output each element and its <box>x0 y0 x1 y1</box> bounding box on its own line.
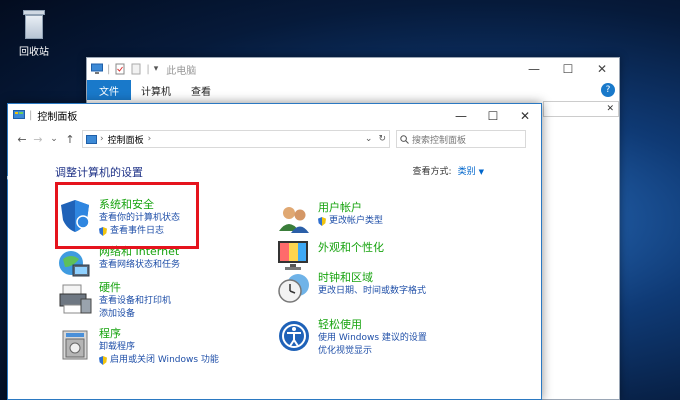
close-icon[interactable]: ✕ <box>606 102 614 116</box>
category-user-accounts: 用户帐户 更改帐户类型 <box>276 201 383 237</box>
tab-file[interactable]: 文件 <box>87 80 131 100</box>
category-title[interactable]: 程序 <box>99 327 219 341</box>
close-button[interactable]: ✕ <box>585 62 619 76</box>
properties-icon[interactable] <box>114 63 126 75</box>
category-programs: 程序 卸载程序 启用或关闭 Windows 功能 <box>57 327 219 367</box>
link-uninstall-program[interactable]: 卸载程序 <box>99 341 219 354</box>
uac-shield-icon <box>99 356 107 365</box>
chevron-down-icon[interactable]: ⌄ <box>365 134 373 144</box>
separator: | <box>146 63 150 75</box>
separator: | <box>107 63 111 75</box>
help-icon[interactable]: ? <box>601 83 615 97</box>
customize-toolbar-icon[interactable]: ▾ <box>154 64 159 74</box>
ribbon-tabs: 文件 计算机 查看 ? <box>87 80 619 100</box>
breadcrumb-separator: › <box>100 134 104 144</box>
recycle-bin-icon <box>21 10 47 40</box>
recycle-bin[interactable]: 回收站 <box>12 10 56 58</box>
highlight-annotation <box>55 182 199 249</box>
mouse-cursor-icon: ⌐ <box>6 170 17 184</box>
view-by-dropdown[interactable]: 类别 <box>458 167 476 177</box>
category-title[interactable]: 轻松使用 <box>318 318 427 332</box>
recent-locations-button[interactable]: ⌄ <box>46 134 62 144</box>
separator: | <box>29 110 33 121</box>
close-button[interactable]: ✕ <box>509 109 541 123</box>
category-appearance: 外观和个性化 <box>276 237 384 273</box>
minimize-button[interactable]: — <box>445 109 477 123</box>
programs-icon <box>62 330 88 360</box>
search-placeholder: 搜索控制面板 <box>412 135 467 146</box>
link-view-devices-printers[interactable]: 查看设备和打印机 <box>99 295 171 308</box>
quick-access-toolbar: | | ▾ <box>91 63 158 75</box>
view-by: 查看方式: 类别 ▼ <box>413 164 484 177</box>
maximize-button[interactable]: ☐ <box>477 109 509 123</box>
accessibility-icon <box>279 321 309 351</box>
printer-icon <box>59 284 92 314</box>
category-ease-of-access: 轻松使用 使用 Windows 建议的设置 优化视觉显示 <box>276 318 427 358</box>
link-change-account-type[interactable]: 更改帐户类型 <box>318 215 383 228</box>
page-title: 调整计算机的设置 <box>55 166 143 179</box>
network-icon <box>59 251 90 277</box>
control-panel-titlebar: | 控制面板 — ☐ ✕ <box>8 104 541 127</box>
link-optimize-visual-display[interactable]: 优化视觉显示 <box>318 345 427 358</box>
search-icon <box>400 134 409 144</box>
explorer-search-box[interactable]: ✕ <box>543 101 619 117</box>
explorer-title: 此电脑 <box>166 65 197 77</box>
minimize-button[interactable]: — <box>517 62 551 76</box>
chevron-down-icon[interactable]: ▼ <box>479 168 484 176</box>
link-windows-features[interactable]: 启用或关闭 Windows 功能 <box>99 354 219 367</box>
navigation-bar: ← → ⌄ ↑ › 控制面板 › ⌄ ↻ 搜索控制面板 <box>8 127 541 151</box>
users-icon <box>279 207 309 233</box>
control-panel-window: | 控制面板 — ☐ ✕ ← → ⌄ ↑ › 控制面板 › ⌄ ↻ 搜索控制面板… <box>7 103 542 400</box>
category-clock-region: 时钟和区域 更改日期、时间或数字格式 <box>276 271 426 307</box>
link-change-date-time-format[interactable]: 更改日期、时间或数字格式 <box>318 285 426 298</box>
link-add-device[interactable]: 添加设备 <box>99 308 171 321</box>
category-title[interactable]: 用户帐户 <box>318 201 383 215</box>
search-input[interactable]: 搜索控制面板 <box>396 130 526 148</box>
clock-icon <box>278 274 309 303</box>
computer-icon <box>91 63 103 74</box>
link-windows-suggested-settings[interactable]: 使用 Windows 建议的设置 <box>318 332 427 345</box>
category-hardware: 硬件 查看设备和打印机 添加设备 <box>57 281 171 321</box>
breadcrumb-separator[interactable]: › <box>148 134 152 144</box>
link-view-network-status[interactable]: 查看网络状态和任务 <box>99 259 180 272</box>
tab-computer[interactable]: 计算机 <box>131 83 181 98</box>
uac-shield-icon <box>318 217 326 226</box>
control-panel-icon <box>13 110 25 119</box>
maximize-button[interactable]: ☐ <box>551 62 585 76</box>
category-title[interactable]: 时钟和区域 <box>318 271 426 285</box>
up-button[interactable]: ↑ <box>62 133 78 146</box>
category-title[interactable]: 硬件 <box>99 281 171 295</box>
breadcrumb-item[interactable]: 控制面板 <box>108 133 144 146</box>
category-title[interactable]: 外观和个性化 <box>318 241 384 255</box>
control-panel-title: 控制面板 <box>37 112 78 123</box>
explorer-titlebar: | | ▾ 此电脑 — ☐ ✕ <box>87 58 619 80</box>
back-button[interactable]: ← <box>14 133 30 146</box>
category-network-internet: 网络和 Internet 查看网络状态和任务 <box>57 245 180 281</box>
forward-button[interactable]: → <box>30 133 46 146</box>
recycle-bin-label: 回收站 <box>19 47 49 58</box>
monitor-icon <box>278 241 308 270</box>
refresh-icon[interactable]: ↻ <box>378 134 386 144</box>
control-panel-icon <box>86 134 97 144</box>
new-folder-icon[interactable] <box>130 63 142 75</box>
tab-view[interactable]: 查看 <box>181 83 221 98</box>
address-bar[interactable]: › 控制面板 › ⌄ ↻ <box>82 130 390 148</box>
view-by-label: 查看方式: <box>412 167 452 177</box>
